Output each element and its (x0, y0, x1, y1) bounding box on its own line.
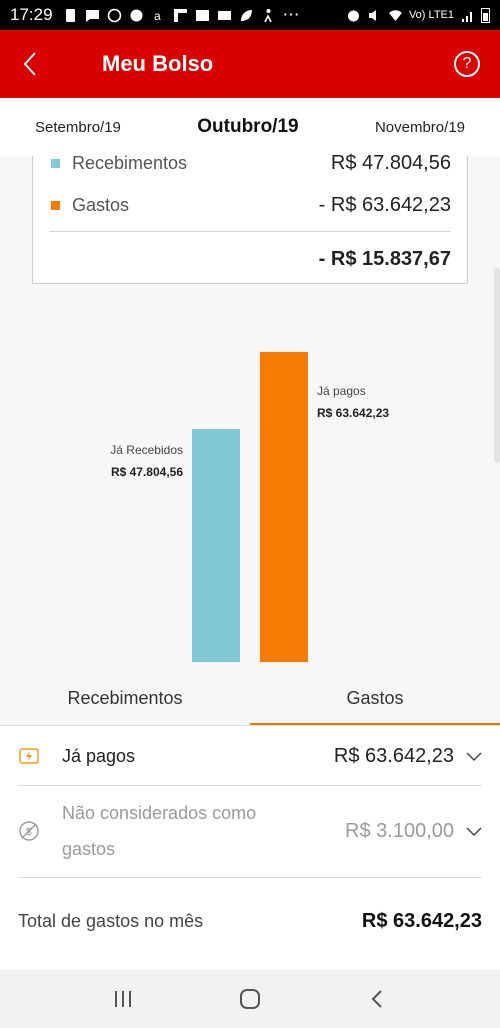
current-month[interactable]: Outubro/19 (197, 116, 298, 138)
page-title: Meu Bolso (102, 51, 214, 76)
message-icon (85, 9, 99, 22)
nav-back-button[interactable] (357, 979, 397, 1019)
paid-row[interactable]: Já pagos R$ 63.642,23 (18, 740, 482, 772)
recent-apps-icon (115, 991, 132, 1007)
excluded-row[interactable]: $ Não considerados como gastos R$ 3.100,0… (18, 796, 482, 866)
total-label: Total de gastos no mês (18, 910, 204, 931)
excluded-coin-icon: $ (18, 820, 40, 842)
leaf-icon (240, 9, 252, 21)
tab-bar: Recebimentos Gastos (0, 670, 500, 726)
tab-gastos[interactable]: Gastos (250, 670, 500, 726)
bar-received-label: Já Recebidos (110, 443, 183, 457)
whatsapp-icon (107, 8, 121, 22)
help-button[interactable]: ? (454, 51, 480, 77)
previous-month[interactable]: Setembro/19 (35, 119, 121, 136)
excluded-label-line2: gastos (62, 839, 116, 859)
recent-apps-button[interactable] (103, 979, 143, 1019)
battery-icon (481, 7, 490, 23)
balance-value: - R$ 15.837,67 (318, 248, 451, 270)
bar-paid-value: R$ 63.642,23 (317, 406, 390, 420)
excluded-label-line1: Não considerados como (62, 803, 257, 823)
detail-divider (18, 785, 482, 786)
chevron-down-icon (466, 827, 482, 837)
app-header: Meu Bolso ? (0, 30, 500, 98)
summary-expenses-row: Gastos - R$ 63.642,23 (51, 194, 451, 217)
receipts-legend-marker (51, 159, 60, 168)
home-button[interactable] (230, 979, 270, 1019)
mute-icon (368, 9, 376, 21)
flipboard-icon (173, 8, 187, 22)
detail-divider (18, 877, 482, 878)
total-value: R$ 63.642,23 (361, 909, 482, 932)
excluded-value: R$ 3.100,00 (345, 819, 454, 842)
notification-icon (65, 8, 75, 22)
amazon-icon: a (154, 9, 161, 23)
chevron-left-icon (23, 52, 36, 76)
bar-received (192, 429, 240, 662)
receipts-value: R$ 47.804,56 (330, 152, 451, 174)
bar-chart: Já Recebidos R$ 47.804,56 Já pagos R$ 63… (0, 290, 500, 670)
lightning-card-icon (18, 745, 40, 767)
running-icon (263, 8, 272, 22)
status-time: 17:29 (10, 5, 53, 24)
back-button[interactable] (0, 30, 60, 98)
svg-text:$: $ (26, 827, 32, 838)
question-circle-icon: ? (462, 55, 472, 72)
gallery-icon (195, 9, 209, 21)
wifi-icon (388, 9, 402, 21)
total-row: Total de gastos no mês R$ 63.642,23 (18, 896, 482, 946)
expenses-legend-marker (51, 201, 60, 210)
expenses-details: Já pagos R$ 63.642,23 $ Não considerados… (0, 726, 500, 970)
summary-divider (49, 231, 451, 232)
back-icon (371, 990, 382, 1008)
tab-recebimentos[interactable]: Recebimentos (0, 670, 250, 726)
expenses-value: - R$ 63.642,23 (318, 194, 451, 216)
month-selector: Setembro/19 Outubro/19 Novembro/19 (0, 98, 500, 156)
next-month[interactable]: Novembro/19 (375, 119, 465, 136)
notification-icons: a ⋯ (63, 5, 300, 25)
svg-text:a: a (154, 9, 161, 23)
receipts-label: Recebimentos (72, 153, 188, 173)
chevron-down-icon (466, 752, 482, 762)
mail-icon (217, 10, 231, 20)
system-navbar (0, 970, 500, 1028)
expenses-label: Gastos (72, 195, 130, 215)
paid-value: R$ 63.642,23 (333, 744, 454, 767)
system-status-icons: Vo) LTE1 (346, 7, 490, 23)
signal-icon (462, 11, 472, 22)
excluded-label: Não considerados como gastos (62, 795, 256, 867)
home-icon (239, 989, 260, 1009)
bar-received-value: R$ 47.804,56 (110, 465, 183, 479)
bar-paid-label: Já pagos (317, 384, 366, 398)
app-icon (130, 9, 143, 21)
status-bar: 17:29 a ⋯ Vo) LTE1 (0, 0, 500, 30)
alarm-icon (347, 10, 359, 21)
bar-paid (260, 352, 308, 662)
paid-label: Já pagos (62, 745, 136, 766)
summary-receipts-row: Recebimentos R$ 47.804,56 (51, 152, 451, 175)
summary-card: Recebimentos R$ 47.804,56 Gastos - R$ 63… (32, 152, 468, 284)
network-label: Vo) LTE1 (408, 9, 454, 21)
more-notifications-icon: ⋯ (282, 5, 300, 24)
